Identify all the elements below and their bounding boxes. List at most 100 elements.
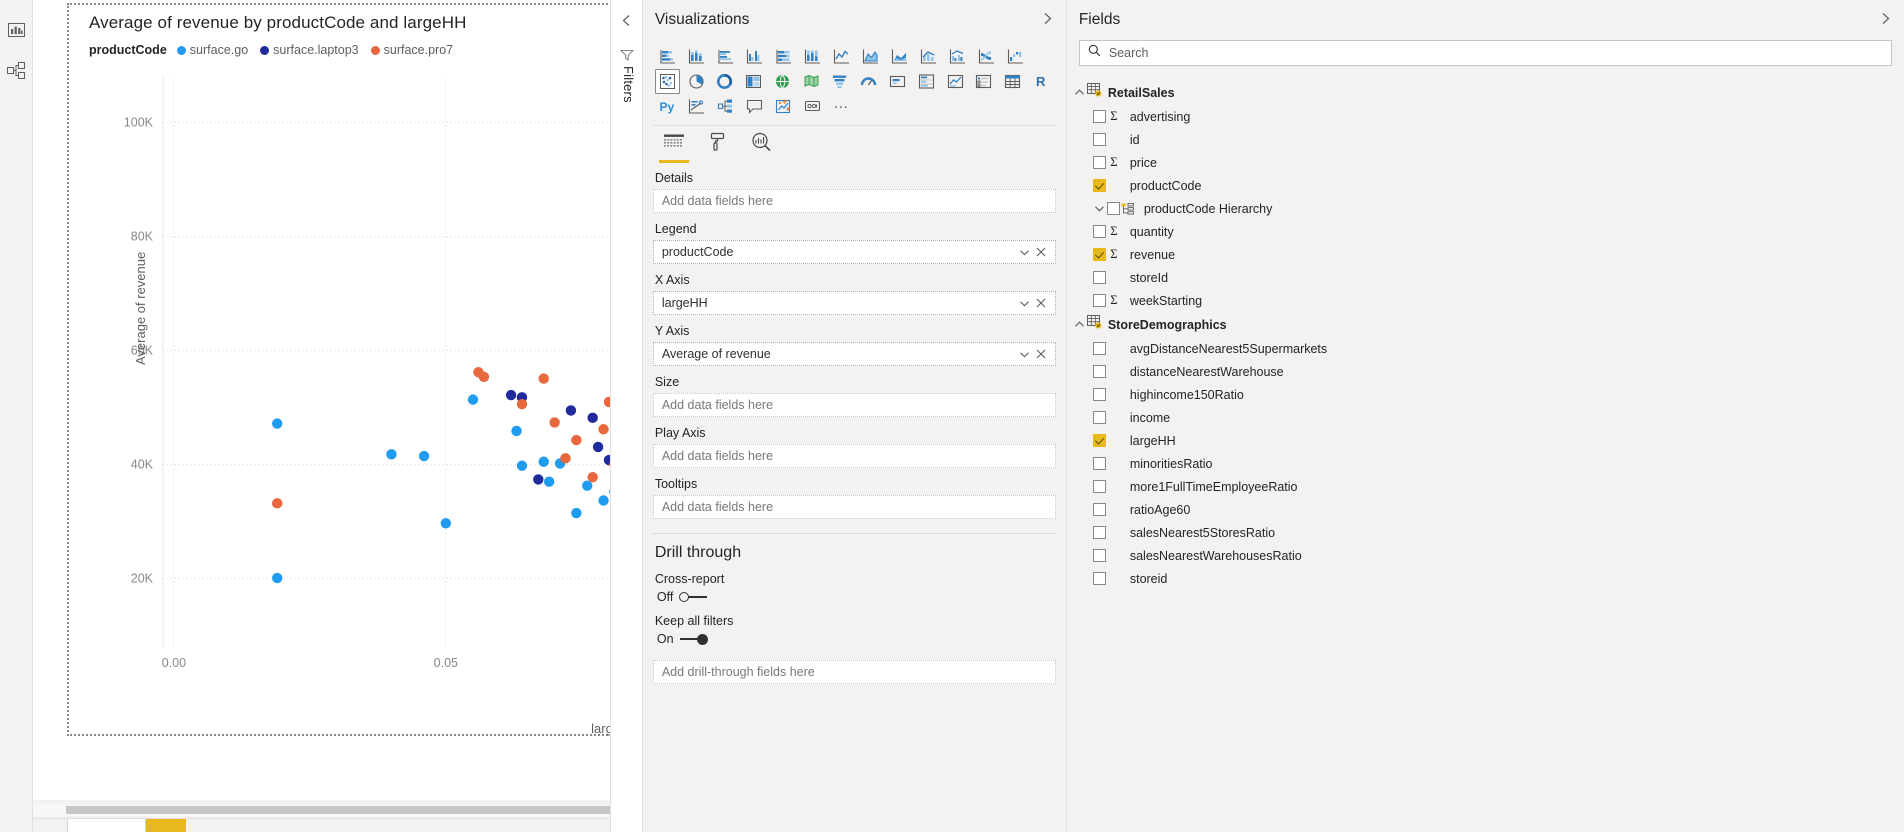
field-checkbox[interactable] xyxy=(1092,434,1106,447)
chevron-left-icon[interactable] xyxy=(620,14,633,32)
r-script-visual-icon[interactable]: R xyxy=(1029,69,1054,94)
table-icon[interactable] xyxy=(1000,69,1025,94)
well-legend[interactable]: productCode xyxy=(652,240,1056,264)
visual-type-gallery[interactable]: R Py … xyxy=(643,40,1066,119)
fields-table-storedemographics[interactable]: StoreDemographics xyxy=(1067,312,1904,337)
page-tab-strip[interactable] xyxy=(33,818,610,832)
field-checkbox[interactable] xyxy=(1092,248,1106,261)
field-item-income[interactable]: Σincome xyxy=(1067,406,1904,429)
field-item-avgdistancenearest5supermarkets[interactable]: ΣavgDistanceNearest5Supermarkets xyxy=(1067,337,1904,360)
field-item-more1fulltimeemployeeratio[interactable]: Σmore1FullTimeEmployeeRatio xyxy=(1067,475,1904,498)
field-checkbox[interactable] xyxy=(1092,388,1106,401)
scatter-point[interactable] xyxy=(533,474,544,485)
slicer-icon[interactable] xyxy=(971,69,996,94)
field-item-largehh[interactable]: ΣlargeHH xyxy=(1067,429,1904,452)
cross-report-toggle-row[interactable]: Off xyxy=(657,590,1066,604)
field-item-storeid[interactable]: Σstoreid xyxy=(1067,567,1904,590)
field-checkbox[interactable] xyxy=(1092,457,1106,470)
analytics-tab[interactable] xyxy=(743,132,781,160)
line-stacked-column-chart-icon[interactable] xyxy=(916,44,941,69)
field-item-price[interactable]: Σprice xyxy=(1067,151,1904,174)
search-input[interactable] xyxy=(1106,45,1884,61)
fields-tree[interactable]: RetailSalesΣadvertisingΣidΣpriceΣproduct… xyxy=(1067,80,1904,590)
scatter-point[interactable] xyxy=(272,418,283,429)
scatter-point[interactable] xyxy=(418,450,430,462)
field-wells[interactable]: Details Add data fields here Legend product… xyxy=(643,158,1066,519)
multi-row-card-icon[interactable] xyxy=(914,69,939,94)
scatter-point[interactable] xyxy=(549,417,560,428)
chevron-down-icon[interactable] xyxy=(1093,203,1107,214)
scatter-point[interactable] xyxy=(592,441,604,453)
scatter-point[interactable] xyxy=(467,394,479,405)
chevron-up-icon[interactable] xyxy=(1073,87,1087,98)
search-box[interactable] xyxy=(1078,40,1893,66)
field-checkbox[interactable] xyxy=(1092,549,1106,562)
scatter-point[interactable] xyxy=(598,495,609,506)
scatter-point[interactable] xyxy=(538,373,549,384)
kpi-icon[interactable] xyxy=(943,69,968,94)
field-item-highincome150ratio[interactable]: Σhighincome150Ratio xyxy=(1067,383,1904,406)
field-checkbox[interactable] xyxy=(1092,526,1106,539)
fields-tab[interactable] xyxy=(655,132,693,163)
scatter-point[interactable] xyxy=(565,405,577,416)
line-clustered-column-chart-icon[interactable] xyxy=(945,44,970,69)
decomposition-tree-icon[interactable] xyxy=(713,94,738,119)
report-page[interactable]: Average of revenue by productCode and la… xyxy=(33,0,610,832)
scatter-point[interactable] xyxy=(538,456,549,467)
chevron-right-icon[interactable] xyxy=(1879,12,1892,30)
field-item-productcode[interactable]: ΣproductCode xyxy=(1067,174,1904,197)
field-checkbox[interactable] xyxy=(1092,480,1106,493)
scatter-point[interactable] xyxy=(582,480,593,491)
cross-report-toggle[interactable] xyxy=(679,591,708,603)
chevron-up-icon[interactable] xyxy=(1073,319,1087,330)
keep-all-filters-toggle[interactable] xyxy=(679,633,708,645)
field-checkbox[interactable] xyxy=(1092,156,1106,169)
field-item-storeid[interactable]: ΣstoreId xyxy=(1067,266,1904,289)
field-item-ratioage60[interactable]: ΣratioAge60 xyxy=(1067,498,1904,521)
visualizations-pane-tabs[interactable] xyxy=(643,126,1066,163)
hundred-percent-stacked-bar-chart-icon[interactable] xyxy=(771,44,796,69)
field-item-salesnearest5storesratio[interactable]: ΣsalesNearest5StoresRatio xyxy=(1067,521,1904,544)
line-chart-icon[interactable] xyxy=(829,44,854,69)
scatter-point[interactable] xyxy=(516,460,528,471)
scatter-visual-container[interactable]: Average of revenue by productCode and la… xyxy=(67,3,610,736)
filled-map-icon[interactable] xyxy=(799,69,824,94)
card-icon[interactable] xyxy=(885,69,910,94)
filters-pane-collapsed[interactable]: Filters xyxy=(609,0,643,832)
hundred-percent-stacked-column-chart-icon[interactable] xyxy=(800,44,825,69)
field-checkbox[interactable] xyxy=(1092,365,1106,378)
more-visuals-ellipsis-icon[interactable]: … xyxy=(829,94,854,119)
field-item-productcode-hierarchy[interactable]: productCode Hierarchy xyxy=(1067,197,1904,220)
scatter-series-surface-go[interactable] xyxy=(272,277,610,603)
well-tooltips[interactable]: Add data fields here xyxy=(652,495,1056,519)
report-view-icon[interactable] xyxy=(0,10,33,50)
paginated-report-icon[interactable] xyxy=(800,94,825,119)
field-item-salesnearestwarehousesratio[interactable]: ΣsalesNearestWarehousesRatio xyxy=(1067,544,1904,567)
field-checkbox[interactable] xyxy=(1092,411,1106,424)
scatter-chart-icon[interactable] xyxy=(654,69,680,94)
area-chart-icon[interactable] xyxy=(858,44,883,69)
qna-visual-icon[interactable] xyxy=(742,94,767,119)
field-checkbox[interactable] xyxy=(1092,110,1106,123)
key-influencers-icon[interactable] xyxy=(684,94,709,119)
chevron-down-icon[interactable] xyxy=(1017,298,1033,309)
map-icon[interactable] xyxy=(770,69,795,94)
ribbon-chart-icon[interactable] xyxy=(974,44,999,69)
field-item-distancenearestwarehouse[interactable]: ΣdistanceNearestWarehouse xyxy=(1067,360,1904,383)
scatter-point[interactable] xyxy=(543,476,555,487)
scatter-point[interactable] xyxy=(505,389,517,401)
keep-all-filters-toggle-row[interactable]: On xyxy=(657,632,1066,646)
scatter-point[interactable] xyxy=(516,398,528,410)
format-tab[interactable] xyxy=(699,132,737,160)
python-visual-icon[interactable]: Py xyxy=(655,94,680,119)
well-details[interactable]: Add data fields here xyxy=(652,189,1056,213)
scatter-point[interactable] xyxy=(571,507,582,519)
chevron-down-icon[interactable] xyxy=(1017,247,1033,258)
well-size[interactable]: Add data fields here xyxy=(652,393,1056,417)
scatter-series-surface-laptop3[interactable] xyxy=(505,100,610,602)
scatter-point[interactable] xyxy=(272,572,283,584)
scatter-point[interactable] xyxy=(587,412,598,424)
field-item-minoritiesratio[interactable]: ΣminoritiesRatio xyxy=(1067,452,1904,475)
scatter-point[interactable] xyxy=(386,449,397,460)
field-item-revenue[interactable]: Σrevenue xyxy=(1067,243,1904,266)
